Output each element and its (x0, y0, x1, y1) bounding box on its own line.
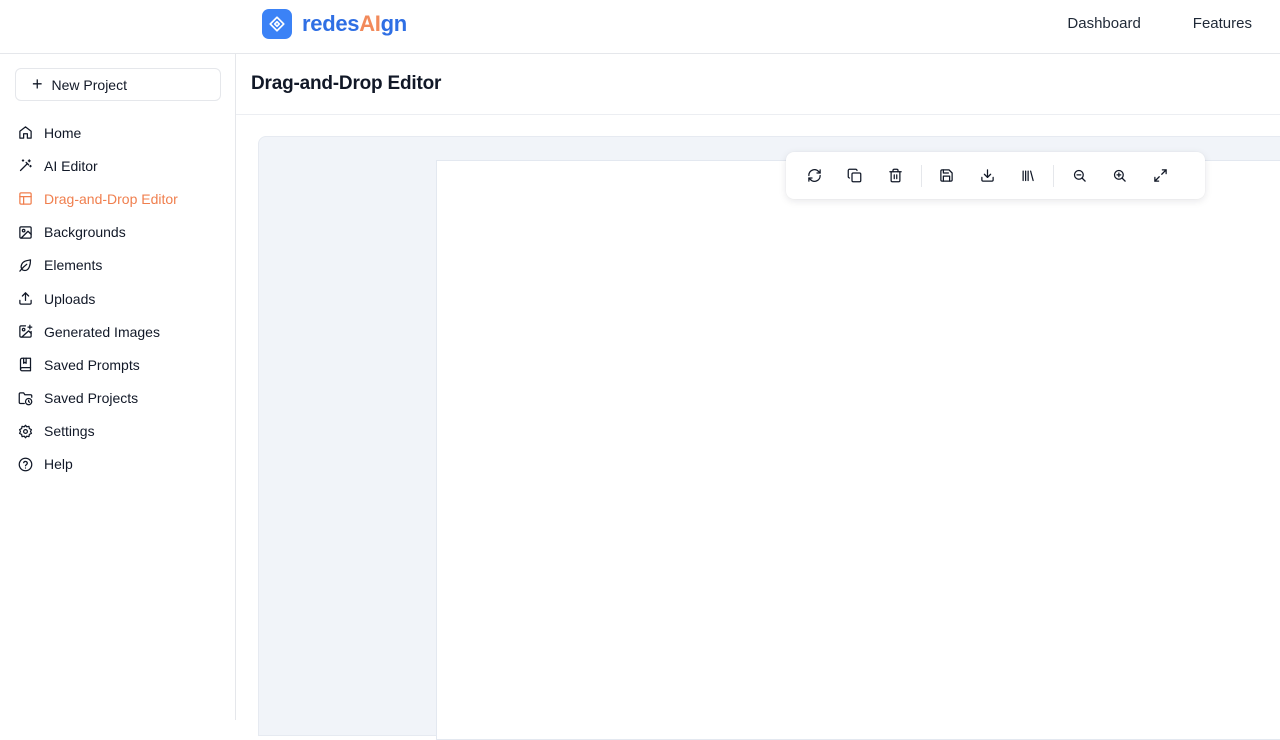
copy-icon (847, 168, 862, 183)
top-nav: Dashboard Features (1067, 15, 1252, 32)
image-plus-icon (19, 324, 33, 338)
sidebar-item-ai-editor[interactable]: AI Editor (0, 149, 235, 182)
sidebar: + New Project Home AI Editor Drag-and-Dr… (0, 54, 236, 720)
sidebar-item-label: Elements (44, 257, 103, 274)
sidebar-item-label: Saved Projects (44, 390, 139, 407)
sidebar-item-label: Drag-and-Drop Editor (44, 190, 178, 207)
sidebar-item-label: Backgrounds (44, 224, 126, 241)
sidebar-nav: Home AI Editor Drag-and-Drop Editor Back… (0, 116, 235, 481)
download-button[interactable] (972, 161, 1002, 191)
toolbar-divider (920, 164, 922, 187)
duplicate-button[interactable] (840, 161, 870, 191)
nav-dashboard-link[interactable]: Dashboard (1067, 15, 1140, 32)
sidebar-item-label: Home (44, 124, 82, 141)
sidebar-item-generated-images[interactable]: Generated Images (0, 315, 235, 348)
sidebar-item-label: Settings (44, 423, 95, 440)
refresh-icon (807, 169, 821, 182)
leaf-icon (19, 259, 32, 272)
new-project-button[interactable]: + New Project (15, 68, 221, 101)
top-bar: redesAIgn Dashboard Features (0, 0, 1280, 54)
gear-icon (18, 424, 33, 439)
design-canvas[interactable] (436, 160, 1280, 740)
save-icon (940, 169, 953, 182)
layout-icon (19, 192, 32, 206)
library-button[interactable] (1013, 161, 1043, 191)
home-icon (19, 126, 32, 139)
folder-clock-icon (18, 391, 33, 405)
sidebar-item-uploads[interactable]: Uploads (0, 282, 235, 315)
toolbar-divider (1053, 164, 1054, 187)
logo-mark-icon (262, 9, 292, 39)
page-title: Drag-and-Drop Editor (251, 73, 442, 94)
sidebar-item-label: Uploads (44, 290, 96, 307)
sidebar-item-home[interactable]: Home (0, 116, 235, 149)
delete-button[interactable] (880, 161, 910, 191)
canvas-workspace[interactable] (258, 136, 1280, 740)
zoom-in-button[interactable] (1105, 161, 1135, 191)
fullscreen-button[interactable] (1145, 161, 1175, 191)
magic-wand-icon (19, 159, 32, 172)
new-project-label: New Project (51, 76, 127, 93)
image-icon (19, 225, 32, 239)
main-content: Drag-and-Drop Editor (236, 54, 1280, 740)
trash-icon (888, 168, 902, 183)
save-button[interactable] (932, 161, 962, 191)
refresh-button[interactable] (799, 161, 829, 191)
library-icon (1022, 170, 1034, 182)
sidebar-item-label: AI Editor (44, 157, 98, 174)
nav-features-link[interactable]: Features (1193, 15, 1252, 32)
sidebar-item-elements[interactable]: Elements (0, 249, 235, 282)
zoom-out-icon (1073, 169, 1086, 182)
upload-icon (19, 292, 32, 305)
book-icon (19, 358, 32, 372)
page-header: Drag-and-Drop Editor (236, 54, 1280, 115)
sidebar-item-drag-and-drop-editor[interactable]: Drag-and-Drop Editor (0, 182, 235, 215)
sidebar-item-saved-prompts[interactable]: Saved Prompts (0, 348, 235, 381)
fullscreen-icon (1153, 169, 1167, 182)
sidebar-item-backgrounds[interactable]: Backgrounds (0, 216, 235, 249)
sidebar-item-help[interactable]: Help (0, 448, 235, 481)
sidebar-item-label: Saved Prompts (44, 356, 140, 373)
logo[interactable]: redesAIgn (262, 9, 407, 39)
help-circle-icon (18, 457, 33, 472)
zoom-in-icon (1113, 169, 1126, 182)
canvas-toolbar (786, 152, 1205, 199)
download-icon (980, 169, 994, 182)
sidebar-item-settings[interactable]: Settings (0, 415, 235, 448)
sidebar-item-label: Generated Images (44, 323, 160, 340)
logo-text: redesAIgn (302, 11, 407, 36)
zoom-out-button[interactable] (1064, 161, 1094, 191)
plus-icon: + (32, 74, 43, 94)
sidebar-item-label: Help (44, 456, 73, 473)
sidebar-item-saved-projects[interactable]: Saved Projects (0, 382, 235, 415)
